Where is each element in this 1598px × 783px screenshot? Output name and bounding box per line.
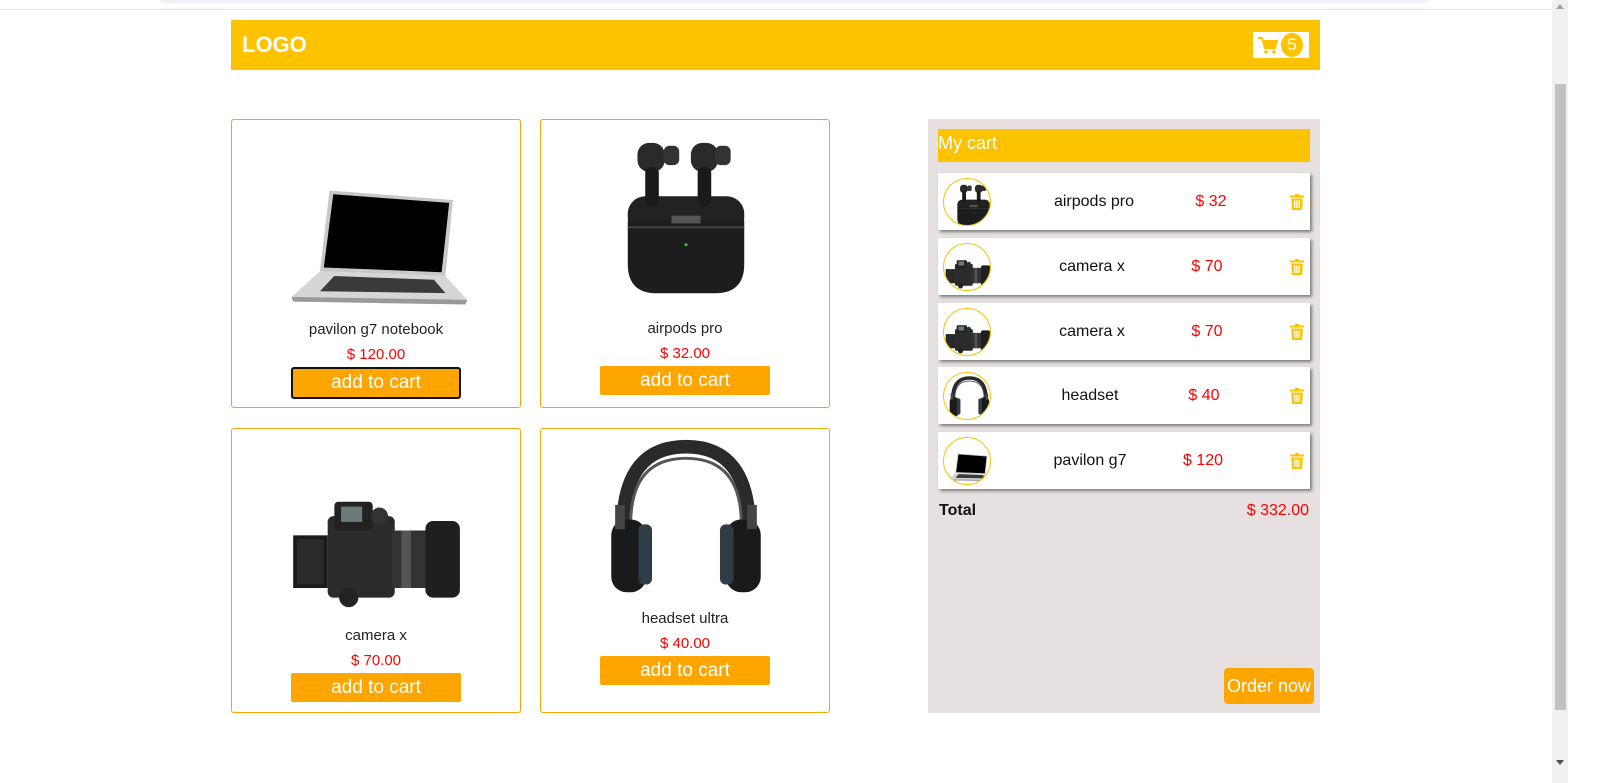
add-to-cart-button[interactable]: add to cart [600, 656, 770, 685]
browser-top-strip [0, 0, 1552, 10]
logo[interactable]: LOGO [242, 32, 307, 58]
add-to-cart-button[interactable]: add to cart [600, 366, 770, 395]
product-price: $ 120.00 [346, 346, 406, 363]
cart-title: My cart [938, 129, 1310, 162]
scroll-up-arrow-icon[interactable] [1556, 4, 1564, 9]
trash-icon[interactable] [1290, 194, 1304, 210]
add-to-cart-button[interactable]: add to cart [291, 367, 461, 399]
cart-item-price: $ 70 [1191, 323, 1223, 340]
product-price: $ 40.00 [659, 635, 711, 652]
product-price: $ 70.00 [350, 652, 402, 669]
scrollbar-thumb[interactable] [1555, 84, 1566, 710]
trash-icon[interactable] [1290, 453, 1304, 469]
product-name: headset ultra [641, 610, 729, 627]
order-now-button[interactable]: Order now [1224, 668, 1314, 704]
cart-item-price: $ 40 [1188, 387, 1220, 404]
product-name: pavilon g7 notebook [308, 321, 444, 338]
add-to-cart-button[interactable]: add to cart [291, 673, 461, 702]
cart-item-price: $ 70 [1191, 258, 1223, 275]
product-card: camera x $ 70.00 add to cart [231, 428, 521, 713]
cart-item-price: $ 32 [1195, 193, 1227, 210]
cart-item: airpods pro $ 32 [938, 173, 1310, 230]
product-price: $ 32.00 [659, 345, 711, 362]
trash-icon[interactable] [1290, 324, 1304, 340]
cart-button[interactable]: 5 [1253, 32, 1309, 58]
cart-item-name: camera x [1059, 258, 1125, 275]
cart-item-name: camera x [1059, 323, 1125, 340]
product-name: camera x [345, 627, 407, 644]
cart-item: pavilon g7 $ 120 [938, 432, 1310, 489]
product-name: airpods pro [647, 320, 723, 337]
cart-count-badge: 5 [1281, 33, 1303, 57]
trash-icon[interactable] [1290, 259, 1304, 275]
address-pill [160, 0, 1428, 3]
cart-item: camera x $ 70 [938, 238, 1310, 295]
laptop-image [282, 180, 472, 315]
scroll-down-arrow-icon[interactable] [1556, 760, 1564, 765]
camera-thumb [943, 243, 991, 291]
cart-item-price: $ 120 [1182, 452, 1224, 469]
laptop-thumb [943, 437, 991, 485]
headset-image [601, 437, 771, 602]
cart-icon [1258, 37, 1278, 54]
cart-item-name: pavilon g7 [1053, 452, 1127, 469]
airpods-thumb [943, 178, 991, 226]
site-header: LOGO 5 [231, 20, 1320, 70]
page-scrollbar[interactable] [1552, 0, 1568, 783]
cart-item-name: airpods pro [1053, 193, 1135, 210]
total-label: Total [939, 502, 977, 519]
product-card: pavilon g7 notebook $ 120.00 add to cart [231, 119, 521, 408]
cart-item: headset $ 40 [938, 367, 1310, 424]
cart-item: camera x $ 70 [938, 303, 1310, 360]
camera-thumb [943, 308, 991, 356]
headset-thumb [943, 372, 991, 420]
cart-panel: My cart airpods pro $ 32 camera x $ 70 c… [928, 119, 1320, 713]
product-card: airpods pro $ 32.00 add to cart [540, 119, 830, 408]
trash-icon[interactable] [1290, 388, 1304, 404]
airpods-image [616, 138, 756, 303]
total-value: $ 332.00 [1246, 502, 1309, 519]
cart-item-name: headset [1061, 387, 1119, 404]
product-card: headset ultra $ 40.00 add to cart [540, 428, 830, 713]
camera-image [290, 497, 465, 612]
